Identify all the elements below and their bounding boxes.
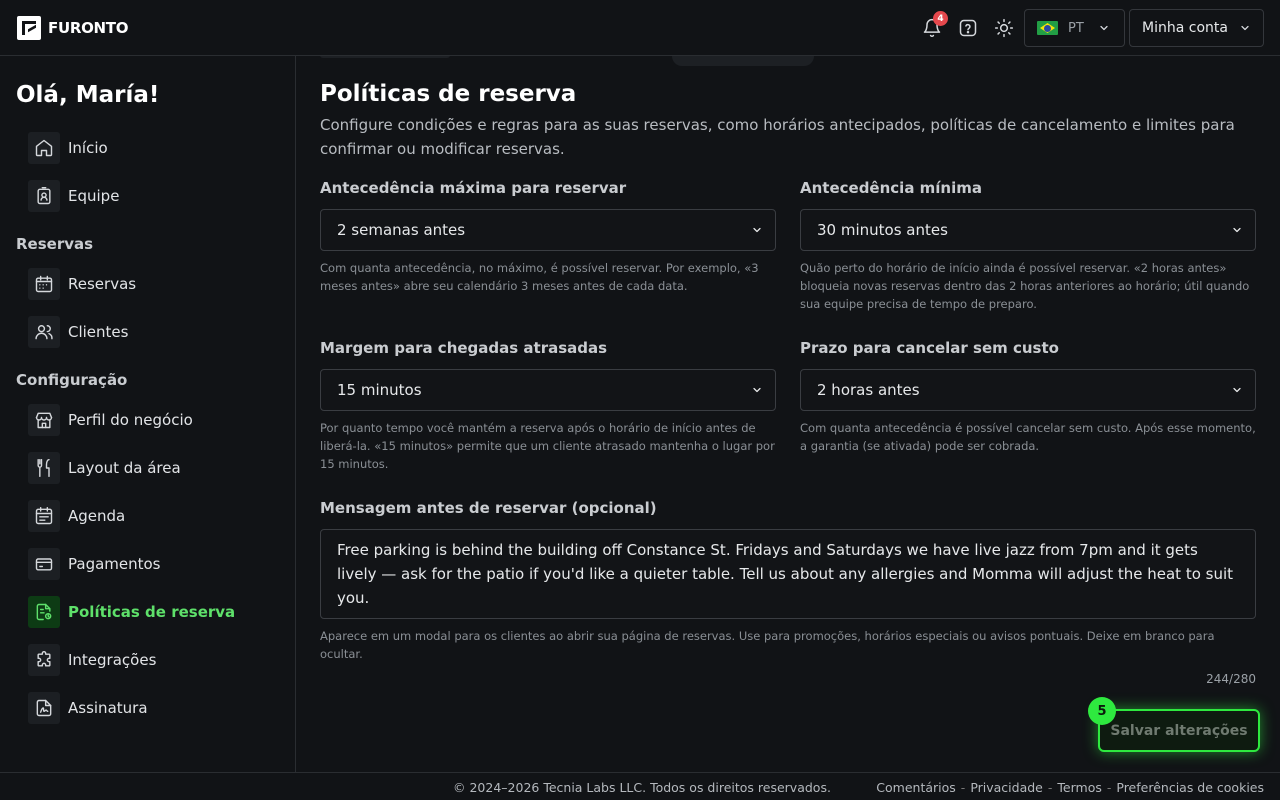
wallet-icon xyxy=(28,548,60,580)
sidebar-item-label: Agenda xyxy=(68,507,126,525)
sidebar-item-label: Integrações xyxy=(68,651,157,669)
page-title: Políticas de reserva xyxy=(320,81,577,107)
puzzle-icon xyxy=(28,644,60,676)
chevron-down-icon xyxy=(1100,25,1108,31)
language-code: PT xyxy=(1068,20,1084,36)
home-icon xyxy=(28,132,60,164)
late-arrival-label: Margem para chegadas atrasadas xyxy=(320,339,608,357)
footer-link-cookies[interactable]: Preferências de cookies xyxy=(1116,780,1264,795)
chevron-down-icon xyxy=(1233,227,1241,233)
footer-separator: - xyxy=(1047,780,1053,795)
users-icon xyxy=(28,316,60,348)
character-counter: 244/280 xyxy=(1206,672,1256,686)
save-button[interactable]: Salvar alterações xyxy=(1098,709,1260,752)
late-arrival-value: 15 minutos xyxy=(337,381,422,399)
min-advance-value: 30 minutos antes xyxy=(817,221,948,239)
min-advance-help: Quão perto do horário de início ainda é … xyxy=(800,261,1250,311)
sidebar-item-label: Clientes xyxy=(68,323,129,341)
scrolled-tab-hint xyxy=(320,56,450,58)
top-bar: FURONTO 4 PT Minha conta xyxy=(0,0,1280,56)
sidebar-item-politicas-de-reserva[interactable]: Políticas de reserva xyxy=(28,596,235,628)
chevron-down-icon xyxy=(753,387,761,393)
section-title-configuracao: Configuração xyxy=(16,371,128,389)
sidebar-item-label: Reservas xyxy=(68,275,137,293)
sidebar-item-agenda[interactable]: Agenda xyxy=(28,500,125,532)
brand-logo[interactable]: FURONTO xyxy=(17,16,128,40)
sidebar-item-perfil-do-negocio[interactable]: Perfil do negócio xyxy=(28,404,193,436)
free-cancel-value: 2 horas antes xyxy=(817,381,920,399)
sidebar: Olá, María! Início Equipe Reservas Reser… xyxy=(0,56,296,772)
late-arrival-select[interactable]: 15 minutos xyxy=(320,369,776,411)
main-content: Políticas de reserva Configure condições… xyxy=(296,56,1280,772)
footer-link-comentarios[interactable]: Comentários xyxy=(876,780,956,795)
brazil-flag-icon xyxy=(1037,21,1058,35)
max-advance-select[interactable]: 2 semanas antes xyxy=(320,209,776,251)
message-label: Mensagem antes de reservar (opcional) xyxy=(320,499,657,517)
footer-link-privacidade[interactable]: Privacidade xyxy=(970,780,1043,795)
theme-toggle-button[interactable] xyxy=(992,16,1016,40)
max-advance-value: 2 semanas antes xyxy=(337,221,466,239)
free-cancel-help: Com quanta antecedência é possível cance… xyxy=(800,421,1256,453)
footer-links: Comentários - Privacidade - Termos - Pre… xyxy=(876,780,1264,795)
greeting: Olá, María! xyxy=(16,82,160,108)
notifications-button[interactable]: 4 xyxy=(920,11,948,40)
sidebar-item-label: Início xyxy=(68,139,108,157)
brand-name: FURONTO xyxy=(48,19,129,37)
sidebar-item-inicio[interactable]: Início xyxy=(28,132,108,164)
badge-icon xyxy=(28,180,60,212)
max-advance-label: Antecedência máxima para reservar xyxy=(320,179,627,197)
sidebar-item-label: Políticas de reserva xyxy=(68,603,236,621)
logo-mark-icon xyxy=(17,16,41,40)
signature-icon xyxy=(28,692,60,724)
sun-icon xyxy=(994,18,1014,38)
copyright: © 2024–2026 Tecnia Labs LLC. Todos os di… xyxy=(453,780,831,795)
language-selector[interactable]: PT xyxy=(1024,9,1125,47)
sidebar-item-reservas[interactable]: Reservas xyxy=(28,268,136,300)
help-icon xyxy=(959,19,977,37)
sidebar-item-label: Perfil do negócio xyxy=(68,411,193,429)
footer-link-termos[interactable]: Termos xyxy=(1057,780,1101,795)
chevron-down-icon xyxy=(1233,387,1241,393)
footer-separator: - xyxy=(1106,780,1112,795)
help-button[interactable] xyxy=(956,16,980,40)
notification-badge: 4 xyxy=(933,11,948,26)
utensils-icon xyxy=(28,452,60,484)
sidebar-item-equipe[interactable]: Equipe xyxy=(28,180,119,212)
free-cancel-select[interactable]: 2 horas antes xyxy=(800,369,1256,411)
sidebar-item-assinatura[interactable]: Assinatura xyxy=(28,692,148,724)
store-icon xyxy=(28,404,60,436)
max-advance-help: Com quanta antecedência, no máximo, é po… xyxy=(320,261,759,293)
min-advance-select[interactable]: 30 minutos antes xyxy=(800,209,1256,251)
free-cancel-label: Prazo para cancelar sem custo xyxy=(800,339,1059,357)
chevron-down-icon xyxy=(753,227,761,233)
section-title-reservas: Reservas xyxy=(16,235,94,253)
sidebar-item-label: Equipe xyxy=(68,187,120,205)
scrolled-pill-hint xyxy=(672,56,814,66)
sidebar-item-label: Pagamentos xyxy=(68,555,161,573)
sidebar-item-label: Layout da área xyxy=(68,459,181,477)
sidebar-item-clientes[interactable]: Clientes xyxy=(28,316,128,348)
account-label: Minha conta xyxy=(1142,20,1228,36)
step-badge: 5 xyxy=(1088,697,1116,725)
message-textarea[interactable]: Free parking is behind the building off … xyxy=(320,529,1256,619)
chevron-down-icon xyxy=(1241,25,1249,31)
account-menu[interactable]: Minha conta xyxy=(1129,9,1264,47)
sidebar-item-integracoes[interactable]: Integrações xyxy=(28,644,156,676)
sidebar-item-layout-da-area[interactable]: Layout da área xyxy=(28,452,181,484)
sidebar-item-label: Assinatura xyxy=(68,699,148,717)
policy-icon xyxy=(28,596,60,628)
footer: © 2024–2026 Tecnia Labs LLC. Todos os di… xyxy=(0,772,1280,800)
min-advance-label: Antecedência mínima xyxy=(800,179,983,197)
message-help: Aparece em um modal para os clientes ao … xyxy=(320,629,1215,661)
late-arrival-help: Por quanto tempo você mantém a reserva a… xyxy=(320,421,775,471)
page-description: Configure condições e regras para as sua… xyxy=(320,116,1235,158)
agenda-icon xyxy=(28,500,60,532)
calendar-icon xyxy=(28,268,60,300)
save-area: Salvar alterações 5 xyxy=(1088,697,1260,752)
sidebar-item-pagamentos[interactable]: Pagamentos xyxy=(28,548,161,580)
footer-separator: - xyxy=(960,780,966,795)
